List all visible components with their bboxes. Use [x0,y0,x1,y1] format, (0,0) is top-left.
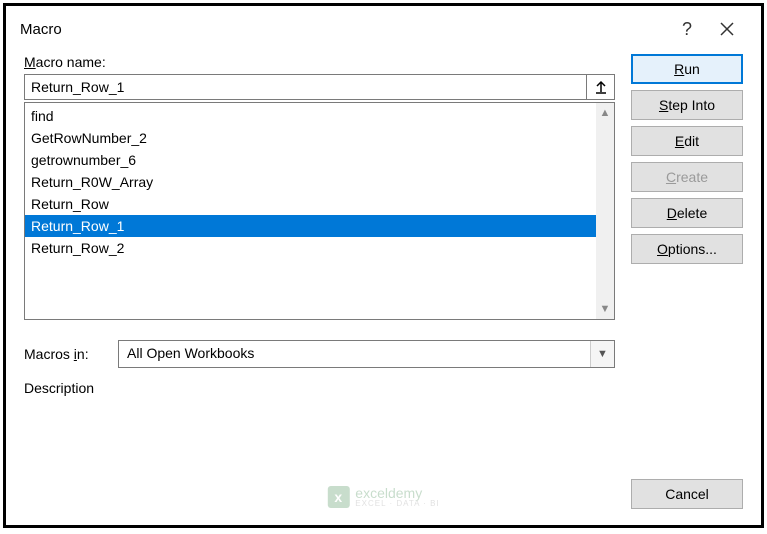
scroll-up-icon: ▲ [600,107,611,119]
titlebar: Macro ? [6,6,761,48]
edit-button[interactable]: Edit [631,126,743,156]
list-item[interactable]: Return_Row_2 [25,237,596,259]
list-item[interactable]: getrownumber_6 [25,149,596,171]
step-into-button[interactable]: Step Into [631,90,743,120]
macro-name-input[interactable] [24,74,587,100]
macros-in-row: Macros in: All Open Workbooks ▼ [24,340,615,368]
list-item[interactable]: GetRowNumber_2 [25,127,596,149]
content-area: Macro name: findGetRowNumber_2getrownumb… [6,48,761,479]
run-button[interactable]: Run [631,54,743,84]
macros-in-value: All Open Workbooks [119,341,590,367]
macro-dialog: Macro ? Macro name: findGetRowNumber_2ge… [3,3,764,528]
dialog-footer: Cancel [6,479,761,525]
button-column: Run Step Into Edit Create Delete Options… [631,54,743,467]
macro-list-items: findGetRowNumber_2getrownumber_6Return_R… [25,103,596,319]
macro-name-label: Macro name: [24,54,615,70]
macros-in-dropdown[interactable]: All Open Workbooks ▼ [118,340,615,368]
listbox-scrollbar[interactable]: ▲ ▼ [596,103,614,319]
list-item[interactable]: find [25,105,596,127]
list-item[interactable]: Return_Row [25,193,596,215]
scroll-down-icon: ▼ [600,303,611,315]
help-button[interactable]: ? [667,14,707,44]
close-button[interactable] [707,14,747,44]
create-button: Create [631,162,743,192]
list-item[interactable]: Return_Row_1 [25,215,596,237]
collapse-icon [594,80,608,94]
chevron-down-icon: ▼ [590,341,614,367]
close-icon [720,22,734,36]
collapse-dialog-button[interactable] [587,74,615,100]
delete-button[interactable]: Delete [631,198,743,228]
options-button[interactable]: Options... [631,234,743,264]
cancel-button[interactable]: Cancel [631,479,743,509]
macro-name-row [24,74,615,100]
main-column: Macro name: findGetRowNumber_2getrownumb… [24,54,615,467]
macro-listbox[interactable]: findGetRowNumber_2getrownumber_6Return_R… [24,102,615,320]
description-label: Description [24,380,615,396]
dialog-title: Macro [20,21,667,38]
description-row: Description [24,380,615,400]
list-item[interactable]: Return_R0W_Array [25,171,596,193]
macros-in-label: Macros in: [24,346,110,362]
